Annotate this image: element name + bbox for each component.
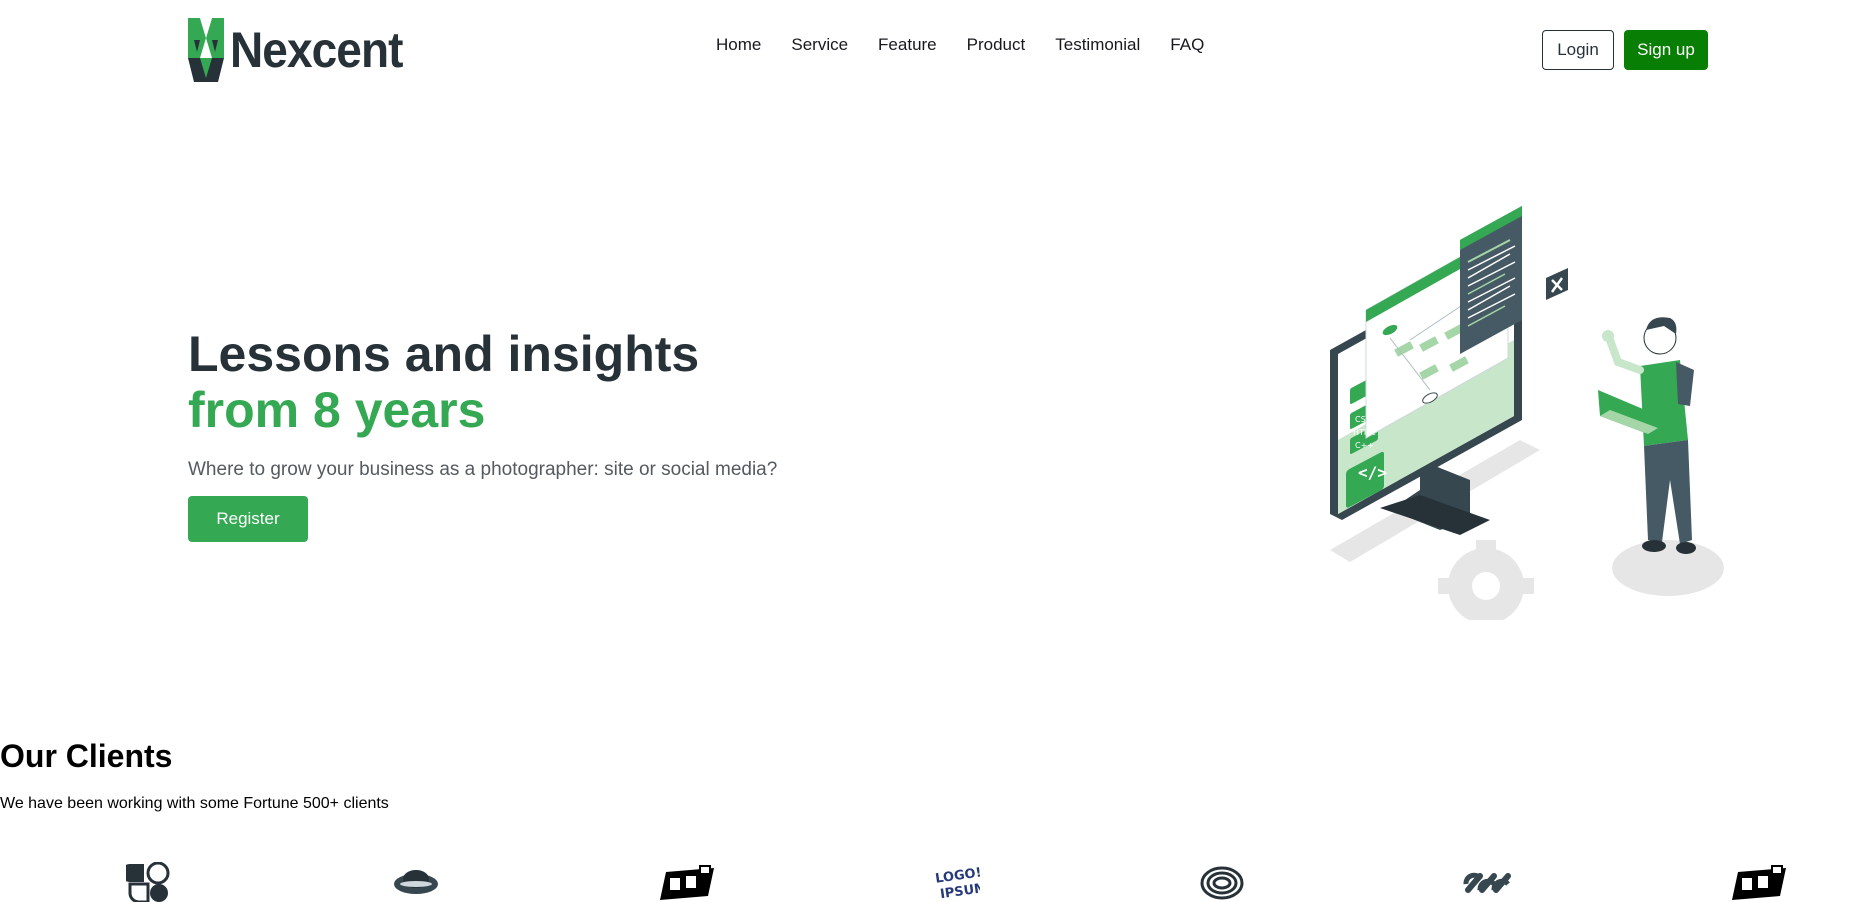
login-button[interactable]: Login [1542, 30, 1614, 70]
nav-link-service[interactable]: Service [791, 34, 848, 56]
brand-name: Nexcent [230, 22, 403, 78]
cpp-tag: C++ [1355, 441, 1374, 450]
nav-link-home[interactable]: Home [716, 34, 761, 56]
developer-person [1598, 317, 1696, 554]
close-icon [1546, 268, 1568, 300]
hero-title-highlight: from 8 years [188, 382, 486, 438]
nav-link-feature[interactable]: Feature [878, 34, 937, 56]
logo-ipsum-logo-icon: LOGO! IPSUM [934, 865, 980, 902]
clients-title: Our Clients [0, 738, 173, 774]
signup-button[interactable]: Sign up [1624, 30, 1708, 70]
gear-icon [1438, 540, 1534, 620]
ufo-disc-logo-icon [394, 870, 438, 894]
register-button[interactable]: Register [188, 496, 308, 542]
segmented-circles-logo-icon [126, 862, 170, 902]
brand-logo[interactable]: Nexcent [188, 18, 418, 82]
hero-subtitle: Where to grow your business as a photogr… [188, 459, 778, 480]
nexcent-logo-icon [188, 18, 224, 82]
svg-text:</>: </> [1358, 463, 1387, 482]
clients-subtitle: We have been working with some Fortune 5… [0, 795, 389, 812]
main-nav: Home Service Feature Product Testimonial… [716, 34, 1234, 56]
nav-link-faq[interactable]: FAQ [1170, 34, 1204, 56]
landing-page: Nexcent Home Service Feature Product Tes… [0, 0, 1856, 902]
nav-link-product[interactable]: Product [967, 34, 1026, 56]
block-letters-logo-icon [1732, 865, 1786, 900]
block-letters-logo-icon [660, 865, 714, 900]
concentric-rings-logo-icon [1200, 866, 1244, 900]
developer-illustration: CSS HTML C++ </> [1330, 206, 1724, 620]
nav-link-testimonial[interactable]: Testimonial [1055, 34, 1140, 56]
navbar: Nexcent Home Service Feature Product Tes… [0, 0, 1856, 100]
client-logos: LOGO! IPSUM [0, 862, 1856, 902]
hero-title: Lessons and insights [188, 326, 700, 382]
chain-links-logo-icon [1463, 872, 1511, 893]
